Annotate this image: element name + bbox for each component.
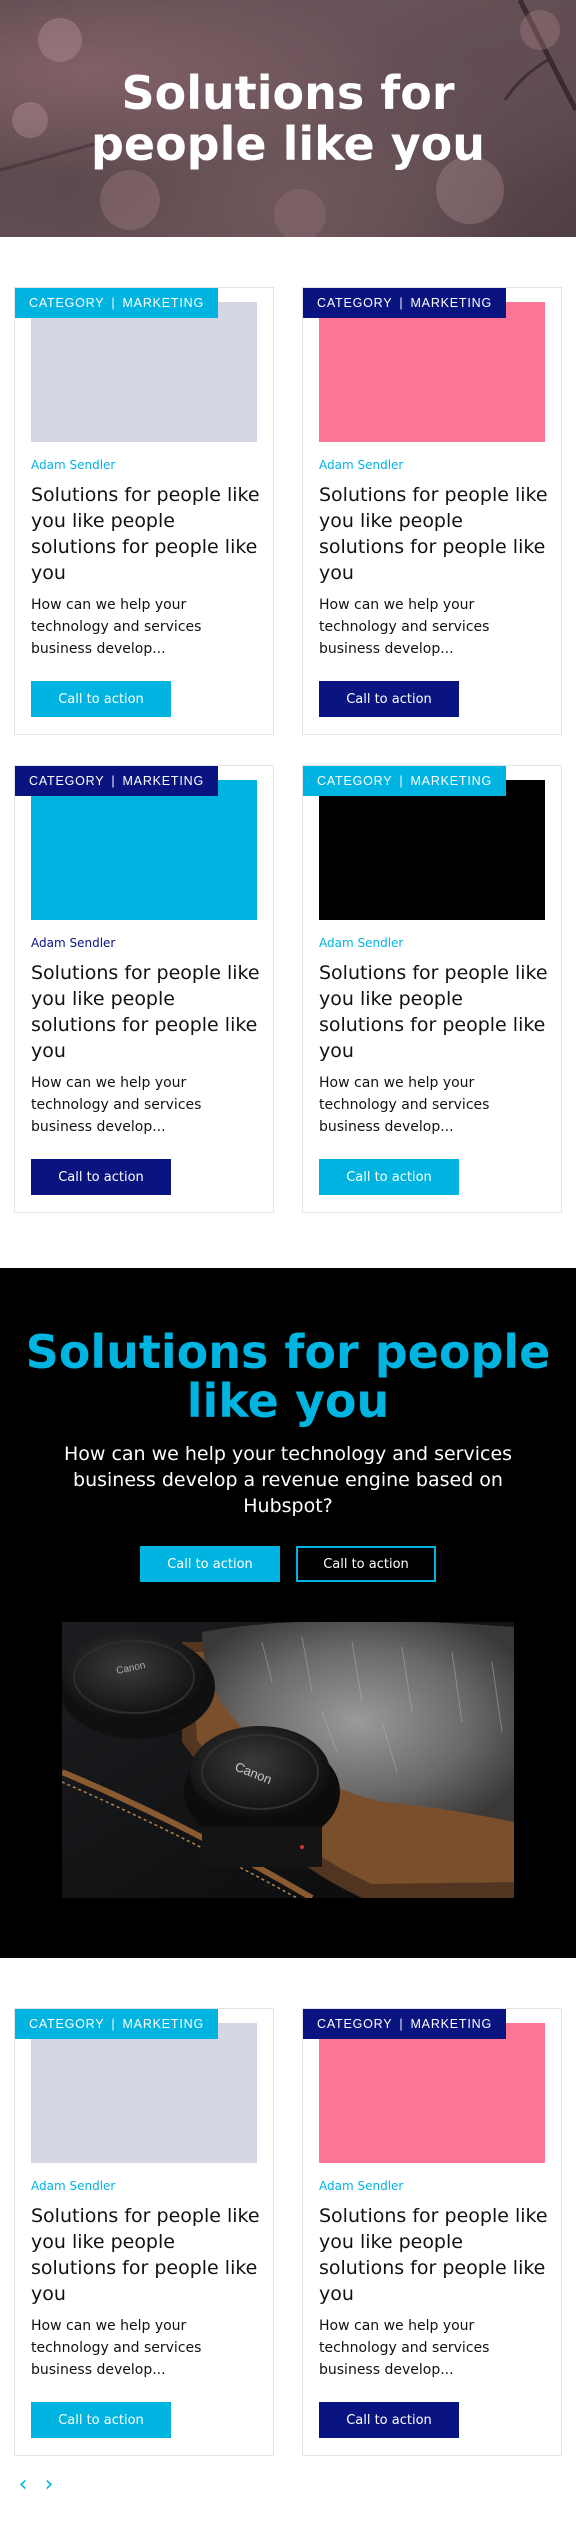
category-tag[interactable]: CATEGORY | MARKETING (15, 766, 218, 796)
card-cta-button[interactable]: Call to action (319, 1159, 459, 1195)
article-card[interactable]: CATEGORY | MARKETING Adam Sendler Soluti… (302, 765, 562, 1213)
feature-title: Solutions for people like you (25, 1325, 551, 1428)
card-cta-button[interactable]: Call to action (31, 2402, 171, 2438)
article-card[interactable]: CATEGORY | MARKETING Adam Sendler Soluti… (302, 287, 562, 735)
card-title[interactable]: Solutions for people like you like peopl… (319, 960, 551, 1064)
feature-primary-cta-button[interactable]: Call to action (140, 1546, 280, 1582)
chevron-left-icon[interactable]: ‹ (12, 2472, 34, 2498)
tag-category: CATEGORY (317, 296, 393, 310)
card-grid-bottom: CATEGORY | MARKETING Adam Sendler Soluti… (0, 1958, 576, 2456)
card-cta-button[interactable]: Call to action (31, 1159, 171, 1195)
tag-separator: | (399, 296, 404, 310)
hero-title: Solutions for people like you (90, 65, 486, 171)
card-thumbnail[interactable] (31, 302, 257, 442)
carousel-pagination: ‹ › (0, 2456, 576, 2511)
card-author[interactable]: Adam Sendler (31, 458, 115, 472)
article-card[interactable]: CATEGORY | MARKETING Adam Sendler Soluti… (14, 287, 274, 735)
tag-category: CATEGORY (317, 2017, 393, 2031)
category-tag[interactable]: CATEGORY | MARKETING (303, 766, 506, 796)
tag-separator: | (111, 296, 116, 310)
tag-category: CATEGORY (317, 774, 393, 788)
feature-secondary-cta-button[interactable]: Call to action (296, 1546, 436, 1582)
card-excerpt: How can we help your technology and serv… (31, 597, 202, 657)
tag-separator: | (399, 2017, 404, 2031)
tag-topic: MARKETING (410, 296, 492, 310)
card-cta-button[interactable]: Call to action (31, 681, 171, 717)
article-card[interactable]: CATEGORY | MARKETING Adam Sendler Soluti… (14, 2008, 274, 2456)
tag-category: CATEGORY (29, 296, 105, 310)
category-tag[interactable]: CATEGORY | MARKETING (15, 288, 218, 318)
tag-separator: | (399, 774, 404, 788)
card-title[interactable]: Solutions for people like you like peopl… (31, 482, 263, 586)
tag-topic: MARKETING (122, 2017, 204, 2031)
tag-topic: MARKETING (410, 2017, 492, 2031)
card-title[interactable]: Solutions for people like you like peopl… (319, 482, 551, 586)
card-title[interactable]: Solutions for people like you like peopl… (31, 2203, 263, 2307)
card-thumbnail[interactable] (319, 2023, 545, 2163)
hero-banner: Solutions for people like you (0, 0, 576, 237)
card-author[interactable]: Adam Sendler (31, 936, 115, 950)
tag-topic: MARKETING (122, 296, 204, 310)
tag-separator: | (111, 774, 116, 788)
card-author[interactable]: Adam Sendler (319, 936, 403, 950)
card-excerpt: How can we help your technology and serv… (319, 1075, 490, 1135)
card-thumbnail[interactable] (319, 302, 545, 442)
feature-section: Solutions for people like you How can we… (0, 1268, 576, 1958)
card-title[interactable]: Solutions for people like you like peopl… (31, 960, 263, 1064)
card-grid-top: CATEGORY | MARKETING Adam Sendler Soluti… (0, 237, 576, 1213)
category-tag[interactable]: CATEGORY | MARKETING (15, 2009, 218, 2039)
card-thumbnail[interactable] (31, 2023, 257, 2163)
feature-body: How can we help your technology and serv… (63, 1443, 513, 1517)
card-author[interactable]: Adam Sendler (31, 2179, 115, 2193)
card-thumbnail[interactable] (319, 780, 545, 920)
category-tag[interactable]: CATEGORY | MARKETING (303, 2009, 506, 2039)
card-cta-button[interactable]: Call to action (319, 2402, 459, 2438)
card-excerpt: How can we help your technology and serv… (31, 2318, 202, 2378)
card-excerpt: How can we help your technology and serv… (31, 1075, 202, 1135)
tag-category: CATEGORY (29, 774, 105, 788)
card-author[interactable]: Adam Sendler (319, 2179, 403, 2193)
tag-topic: MARKETING (122, 774, 204, 788)
card-cta-button[interactable]: Call to action (319, 681, 459, 717)
chevron-right-icon[interactable]: › (38, 2472, 60, 2498)
card-excerpt: How can we help your technology and serv… (319, 2318, 490, 2378)
camera-lens-photo: Canon Canon (62, 1622, 514, 1898)
card-author[interactable]: Adam Sendler (319, 458, 403, 472)
tag-topic: MARKETING (410, 774, 492, 788)
card-thumbnail[interactable] (31, 780, 257, 920)
article-card[interactable]: CATEGORY | MARKETING Adam Sendler Soluti… (302, 2008, 562, 2456)
tag-separator: | (111, 2017, 116, 2031)
card-title[interactable]: Solutions for people like you like peopl… (319, 2203, 551, 2307)
camera-lens-illustration: Canon Canon (62, 1622, 514, 1898)
category-tag[interactable]: CATEGORY | MARKETING (303, 288, 506, 318)
tag-category: CATEGORY (29, 2017, 105, 2031)
article-card[interactable]: CATEGORY | MARKETING Adam Sendler Soluti… (14, 765, 274, 1213)
card-excerpt: How can we help your technology and serv… (319, 597, 490, 657)
